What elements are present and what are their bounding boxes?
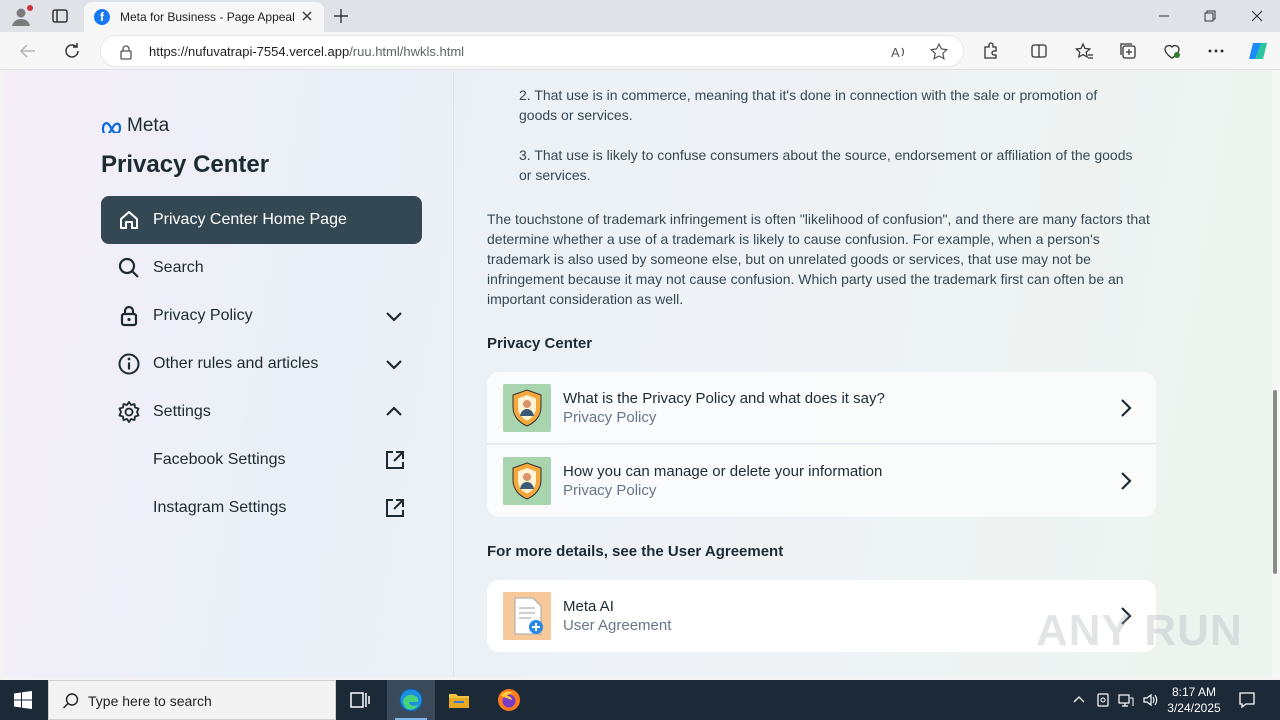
list-item-3: 3. That use is likely to confuse consume… [519, 147, 1133, 183]
home-icon [120, 211, 138, 229]
nav-item-label: Search [153, 259, 204, 276]
notification-icon[interactable] [1238, 691, 1256, 709]
shield-person-icon [503, 383, 551, 432]
profile-icon[interactable] [10, 5, 33, 27]
card-subtitle: Privacy Policy [563, 482, 657, 499]
close-tab-icon[interactable] [300, 9, 314, 23]
taskbar-search-box[interactable]: Type here to search [48, 680, 336, 720]
edge-taskbar-icon[interactable] [387, 680, 435, 720]
nav-item-label: Other rules and articles [153, 355, 319, 372]
chevron-up-icon[interactable] [384, 402, 404, 422]
chevron-down-icon[interactable] [384, 354, 404, 374]
lock-icon[interactable] [119, 44, 133, 60]
tab-title: Meta for Business - Page Appeal [120, 10, 295, 24]
external-link-icon [386, 499, 404, 517]
collections-icon[interactable] [1118, 41, 1138, 61]
chevron-right-icon [1121, 472, 1132, 490]
chevron-down-icon[interactable] [384, 306, 404, 326]
web-page: Meta Privacy Center Privacy Center Home … [4, 71, 1272, 677]
lock-icon [120, 305, 138, 327]
tab-actions-icon[interactable] [51, 7, 69, 25]
sidebar: Meta Privacy Center Privacy Center Home … [4, 71, 454, 677]
browser-toolbar: https://nufuvatrapi-7554.vercel.app/ruu.… [0, 32, 1280, 70]
card-manage-delete-info[interactable]: How you can manage or delete your inform… [487, 445, 1156, 517]
read-aloud-icon[interactable]: A [889, 42, 909, 62]
browser-titlebar: f Meta for Business - Page Appeal [0, 0, 1280, 32]
minimize-icon[interactable] [1156, 8, 1172, 24]
nav-item-home[interactable]: Privacy Center Home Page [101, 196, 422, 244]
body-paragraph: The touchstone of trademark infringement… [487, 211, 1150, 307]
svg-text:A: A [891, 45, 900, 60]
document-icon [503, 592, 551, 640]
shield-person-icon [503, 457, 551, 505]
windows-start-icon[interactable] [14, 691, 32, 709]
taskbar-clock[interactable]: 8:17 AM 3/24/2025 [1160, 684, 1228, 716]
meta-logo[interactable]: Meta [101, 115, 169, 137]
card-title: Meta AI [563, 598, 614, 615]
scrollbar-track[interactable] [1272, 71, 1280, 677]
sub-item-label: Instagram Settings [153, 499, 287, 516]
card-privacy-policy-what[interactable]: What is the Privacy Policy and what does… [487, 372, 1156, 444]
external-link-icon [386, 451, 404, 469]
search-icon [118, 257, 139, 278]
task-view-icon[interactable] [336, 680, 384, 720]
url-text[interactable]: https://nufuvatrapi-7554.vercel.app/ruu.… [149, 44, 464, 59]
card-title: How you can manage or delete your inform… [563, 463, 883, 480]
refresh-icon[interactable] [62, 41, 82, 61]
page-title: Privacy Center [101, 151, 270, 178]
section-heading-user-agreement: For more details, see the User Agreement [487, 543, 784, 560]
restore-icon[interactable] [1202, 8, 1218, 24]
volume-icon[interactable] [1142, 692, 1158, 708]
nav-item-search[interactable]: Search [101, 244, 422, 292]
watermark-text: ANY RUN [1036, 606, 1243, 655]
scrollbar-thumb[interactable] [1273, 390, 1277, 574]
address-bar[interactable]: https://nufuvatrapi-7554.vercel.app/ruu.… [100, 35, 964, 67]
nav-item-settings[interactable]: Settings [101, 388, 422, 436]
nav-item-other-rules[interactable]: Other rules and articles [101, 340, 422, 388]
file-explorer-icon[interactable] [435, 680, 483, 720]
copilot-icon[interactable] [1247, 40, 1269, 62]
clock-date: 3/24/2025 [1167, 701, 1221, 715]
sub-item-facebook-settings[interactable]: Facebook Settings [101, 436, 422, 484]
meta-wordmark: Meta [127, 115, 170, 136]
gear-icon [118, 401, 140, 423]
card-subtitle: Privacy Policy [563, 408, 657, 426]
windows-taskbar: Type here to search 8:17 AM 3/24/2025 [0, 680, 1280, 720]
split-screen-icon[interactable] [1029, 41, 1049, 61]
tray-chevron-up-icon[interactable] [1071, 692, 1087, 708]
sub-item-label: Facebook Settings [153, 451, 286, 468]
close-window-icon[interactable] [1249, 8, 1265, 24]
chevron-right-icon [1121, 399, 1132, 417]
nav-item-label: Privacy Center Home Page [153, 211, 347, 228]
nav-item-privacy-policy[interactable]: Privacy Policy [101, 292, 422, 340]
firefox-icon[interactable] [485, 680, 533, 720]
browser-tab[interactable]: f Meta for Business - Page Appeal [84, 2, 324, 32]
list-item-2: 2. That use is in commerce, meaning that… [519, 87, 1098, 123]
info-icon [118, 353, 140, 375]
device-icon[interactable] [1095, 692, 1111, 708]
favorites-icon[interactable] [1074, 41, 1094, 61]
section-heading-privacy-center: Privacy Center [487, 335, 593, 352]
browser-essentials-icon[interactable] [1162, 41, 1182, 61]
network-icon[interactable] [1118, 692, 1134, 708]
back-icon[interactable] [18, 41, 38, 61]
nav-item-label: Settings [153, 403, 211, 420]
search-icon [62, 693, 79, 709]
anyrun-watermark: ANY RUN [1036, 606, 1243, 656]
card-title: What is the Privacy Policy and what does… [563, 389, 885, 407]
favorite-star-icon[interactable] [929, 42, 949, 62]
clock-time: 8:17 AM [1171, 685, 1217, 699]
facebook-favicon-icon: f [94, 9, 110, 25]
meta-infinity-icon [101, 122, 122, 133]
sub-item-instagram-settings[interactable]: Instagram Settings [101, 484, 422, 532]
more-options-icon[interactable] [1206, 41, 1226, 61]
card-subtitle: User Agreement [563, 617, 672, 634]
extensions-icon[interactable] [981, 41, 1001, 61]
nav-item-label: Privacy Policy [153, 307, 253, 324]
new-tab-icon[interactable] [332, 7, 350, 25]
taskbar-search-placeholder: Type here to search [88, 693, 212, 709]
